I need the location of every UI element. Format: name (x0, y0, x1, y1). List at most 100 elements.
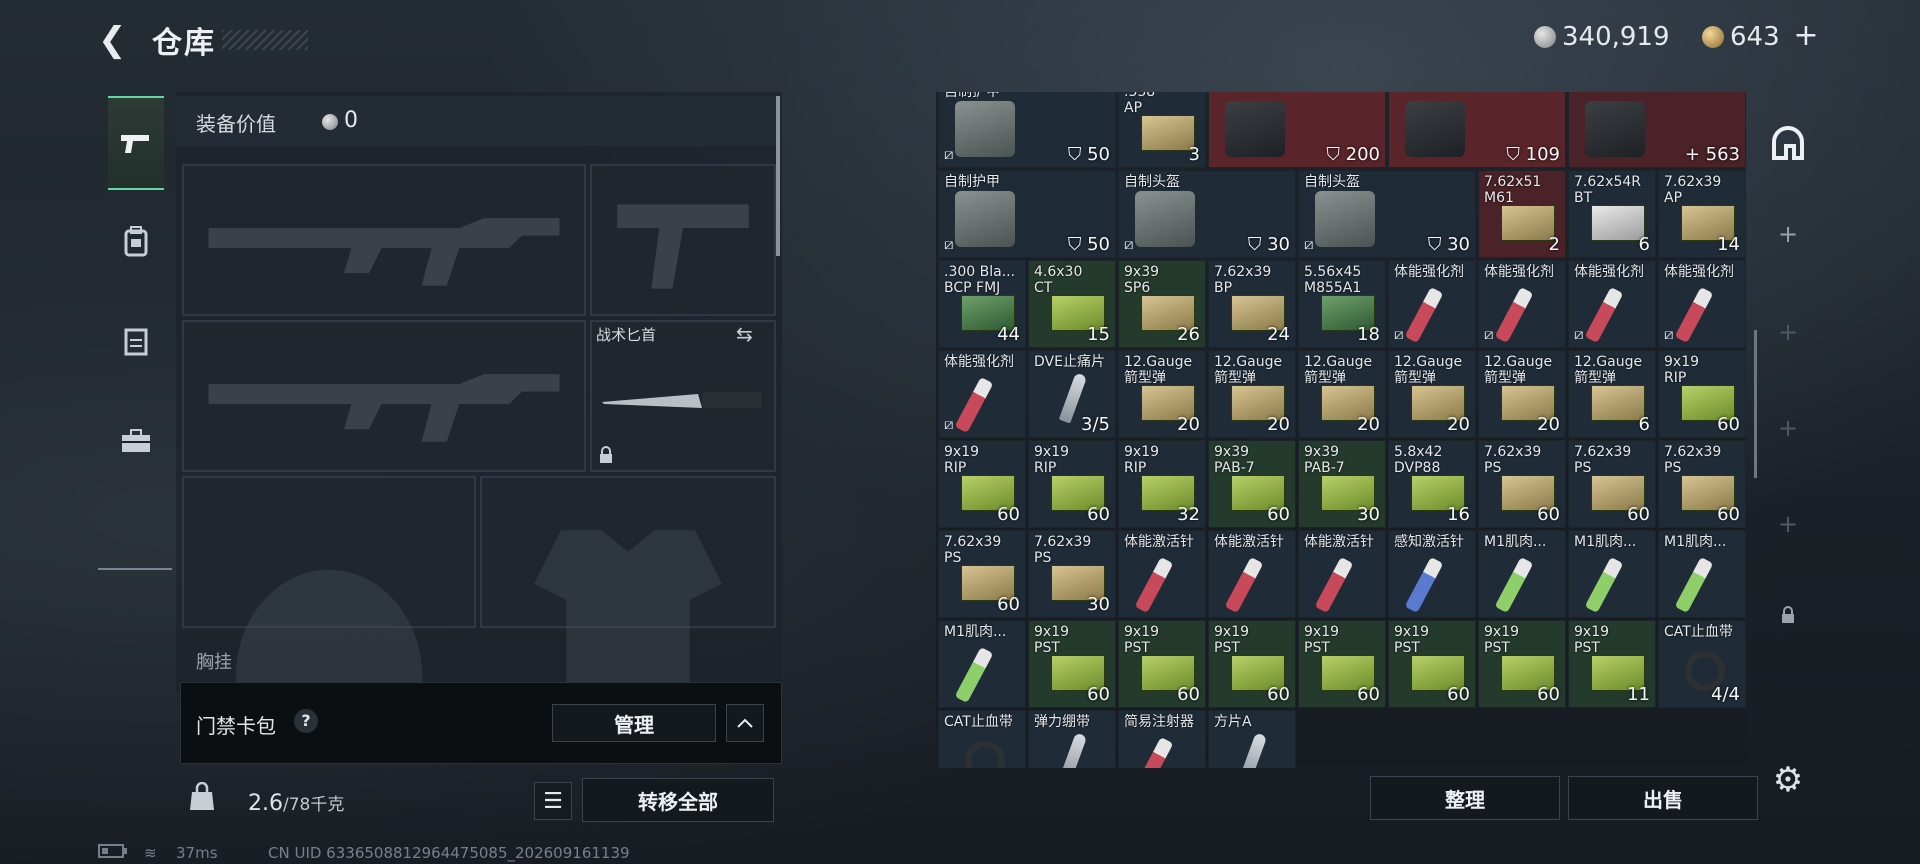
manage-button[interactable]: 管理 (552, 704, 716, 742)
stash-item[interactable]: 9x19 RIP 32 (1118, 440, 1206, 528)
pistol-slot[interactable] (590, 164, 776, 316)
stash-item[interactable]: 12.Gauge 箭型弹 20 (1298, 350, 1386, 438)
stash-item[interactable]: 感知激活针 (1388, 530, 1476, 618)
helmet-slot[interactable] (182, 476, 476, 703)
stash-item[interactable]: M1肌肉... (1568, 530, 1656, 618)
stash-item[interactable]: + 563 (1568, 92, 1746, 168)
add-currency-button[interactable]: + (1790, 18, 1822, 53)
stash-item[interactable]: 9x39 PAB-7 30 (1298, 440, 1386, 528)
item-name: 体能强化剂 (1664, 264, 1734, 280)
stash-item[interactable]: M1肌肉... (938, 620, 1026, 708)
stash-item[interactable]: 9x19 PST 60 (1208, 620, 1296, 708)
stash-item[interactable]: 方片A (1208, 710, 1296, 768)
stash-item[interactable]: 7.62x39 PS 60 (1568, 440, 1656, 528)
stash-item[interactable]: 体能强化剂 ⧄ (1478, 260, 1566, 348)
collapse-button[interactable] (726, 704, 764, 742)
stash-item[interactable]: CAT止血带 (938, 710, 1026, 768)
add-container-icon[interactable]: + (1752, 220, 1824, 248)
settings-gear-icon[interactable]: ⚙ (1752, 760, 1824, 800)
stash-item[interactable]: 体能强化剂 ⧄ (1568, 260, 1656, 348)
item-count: 60 (997, 504, 1020, 525)
stash-item[interactable]: ⛉ 109 (1388, 92, 1566, 168)
stash-item[interactable]: 12.Gauge 箭型弹 20 (1478, 350, 1566, 438)
armor-slot[interactable] (480, 476, 776, 734)
item-count: 44 (997, 324, 1020, 345)
transfer-all-button[interactable]: 转移全部 (582, 778, 774, 822)
stash-item[interactable]: 5.8x42 DVP88 16 (1388, 440, 1476, 528)
stash-item[interactable]: 9x19 PST 60 (1118, 620, 1206, 708)
stash-item[interactable]: 体能强化剂 ⧄ (938, 350, 1026, 438)
stash-item[interactable]: 7.62x39 PS 60 (1658, 440, 1746, 528)
item-count: 3/5 (1081, 414, 1110, 435)
item-count: 20 (1537, 414, 1560, 435)
secondary-weapon-slot[interactable] (182, 320, 586, 472)
stash-item[interactable]: 自制头盔 ⛉ 30 ⧄ (1298, 170, 1476, 258)
vest-tab-icon[interactable] (108, 296, 164, 386)
stash-item[interactable]: 简易注射器 (1118, 710, 1206, 768)
stash-item[interactable]: DVE止痛片 3/5 (1028, 350, 1116, 438)
backpack-tab-icon[interactable] (108, 196, 164, 286)
stash-item[interactable]: 7.62x51 M61 2 (1478, 170, 1566, 258)
stash-item[interactable]: 体能激活针 (1118, 530, 1206, 618)
stash-item[interactable]: 9x39 SP6 26 (1118, 260, 1206, 348)
stash-item[interactable]: 9x19 PST 60 (1388, 620, 1476, 708)
help-icon[interactable]: ? (294, 709, 318, 733)
syringe-icon (1584, 556, 1624, 614)
back-arrow-icon[interactable]: ❮ (98, 20, 134, 60)
item-name: 12.Gauge 箭型弹 (1574, 354, 1643, 386)
stash-item[interactable]: 体能激活针 (1298, 530, 1386, 618)
stash-item[interactable]: 自制护甲 ⛉ 50 ⧄ (938, 170, 1116, 258)
stash-item[interactable]: ⛉ 200 (1208, 92, 1386, 168)
stash-item[interactable]: 7.62x39 PS 30 (1028, 530, 1116, 618)
primary-weapon-slot[interactable] (182, 164, 586, 316)
stash-item[interactable]: 弹力绷带 (1028, 710, 1116, 768)
stash-item[interactable]: CAT止血带 4/4 (1658, 620, 1746, 708)
stash-item[interactable]: 体能强化剂 ⧄ (1388, 260, 1476, 348)
stash-item[interactable]: .338 AP 3 (1118, 92, 1206, 168)
sort-button[interactable]: 整理 (1370, 776, 1560, 820)
not-found-in-raid-icon: ⧄ (1124, 235, 1134, 253)
stash-item[interactable]: 9x39 PAB-7 60 (1208, 440, 1296, 528)
stash-item[interactable]: 12.Gauge 箭型弹 20 (1118, 350, 1206, 438)
stash-item[interactable]: 7.62x39 AP 14 (1658, 170, 1746, 258)
weapon-tab-icon[interactable] (108, 96, 164, 190)
stash-item[interactable]: M1肌肉... (1658, 530, 1746, 618)
case-tab-icon[interactable] (108, 396, 164, 486)
stash-container-icon[interactable] (1752, 124, 1824, 166)
stash-item[interactable]: 7.62x39 BP 24 (1208, 260, 1296, 348)
stash-item[interactable]: .300 Bla... BCP FMJ 44 (938, 260, 1026, 348)
swap-icon[interactable]: ⇆ (736, 322, 753, 346)
stash-item[interactable]: 9x19 PST 60 (1478, 620, 1566, 708)
add-container-icon-4[interactable]: + (1752, 510, 1824, 538)
add-container-icon-2[interactable]: + (1752, 318, 1824, 346)
stash-item[interactable]: M1肌肉... (1478, 530, 1566, 618)
stash-item[interactable]: 7.62x39 PS 60 (938, 530, 1026, 618)
stash-item[interactable]: 体能强化剂 ⧄ (1658, 260, 1746, 348)
stash-item[interactable]: 9x19 PST 11 (1568, 620, 1656, 708)
item-count: 11 (1627, 684, 1650, 705)
sell-button[interactable]: 出售 (1568, 776, 1758, 820)
item-name: 简易注射器 (1124, 714, 1194, 730)
list-icon[interactable]: ☰ (534, 782, 572, 820)
stash-item[interactable]: 12.Gauge 箭型弹 20 (1208, 350, 1296, 438)
stash-item[interactable]: 9x19 RIP 60 (1028, 440, 1116, 528)
equipment-scrollbar[interactable] (776, 96, 780, 256)
stash-item[interactable]: 自制护甲 ⛉ 50 ⧄ (938, 92, 1116, 168)
stash-item[interactable]: 7.62x39 PS 60 (1478, 440, 1566, 528)
rifle-silhouette-icon (208, 218, 560, 286)
stash-item[interactable]: 自制头盔 ⛉ 30 ⧄ (1118, 170, 1296, 258)
stash-item[interactable]: 9x19 RIP 60 (938, 440, 1026, 528)
item-count: ⛉ 30 (1427, 234, 1470, 255)
stash-item[interactable]: 7.62x54R BT 6 (1568, 170, 1656, 258)
stash-item[interactable]: 5.56x45 M855A1 18 (1298, 260, 1386, 348)
add-container-icon-3[interactable]: + (1752, 414, 1824, 442)
stash-item[interactable]: 9x19 PST 60 (1298, 620, 1386, 708)
syringe-icon (1674, 556, 1714, 614)
stash-item[interactable]: 体能激活针 (1208, 530, 1296, 618)
stash-item[interactable]: 9x19 RIP 60 (1658, 350, 1746, 438)
stash-item[interactable]: 9x19 PST 60 (1028, 620, 1116, 708)
chest-rig-label: 胸挂 (196, 652, 232, 673)
stash-item[interactable]: 12.Gauge 箭型弹 6 (1568, 350, 1656, 438)
stash-item[interactable]: 12.Gauge 箭型弹 20 (1388, 350, 1476, 438)
stash-item[interactable]: 4.6x30 CT 15 (1028, 260, 1116, 348)
